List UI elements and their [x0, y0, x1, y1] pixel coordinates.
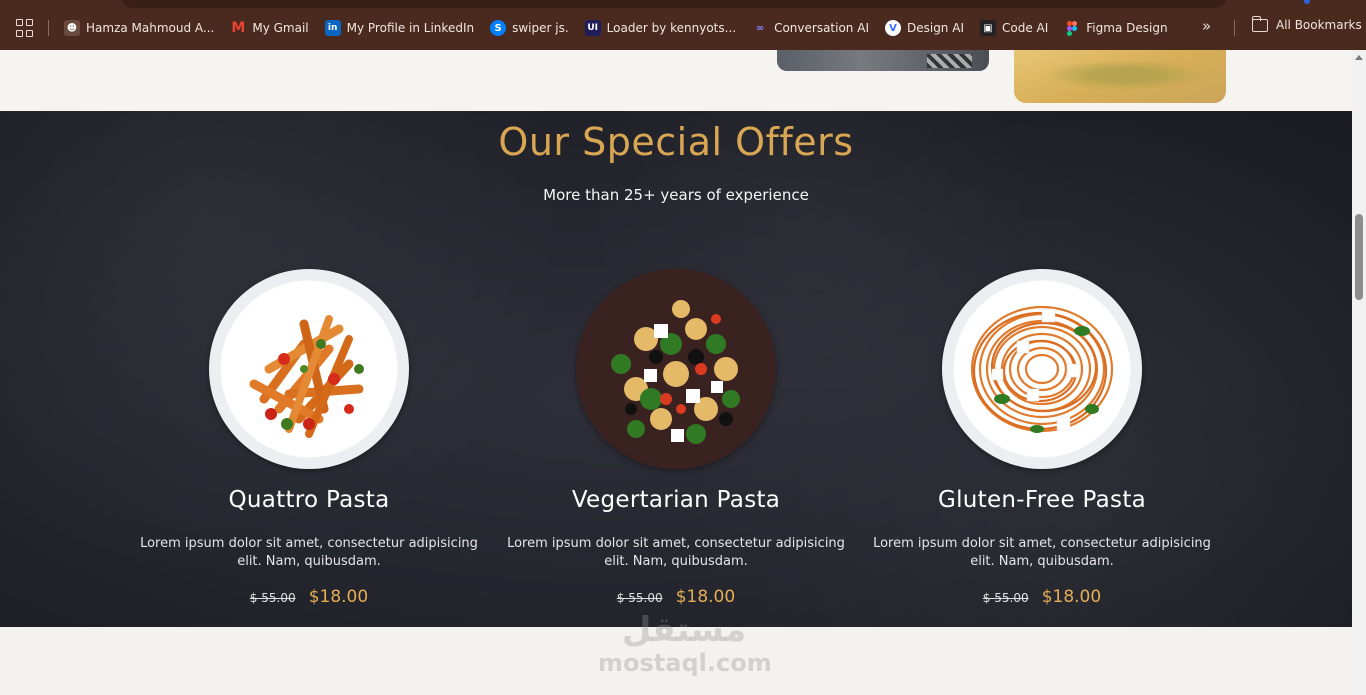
address-bar[interactable] — [120, 0, 1228, 8]
bookmark-label: Conversation AI — [774, 21, 869, 35]
bookmark-label: Figma Design — [1086, 21, 1168, 35]
bookmark-label: swiper js. — [512, 21, 569, 35]
bookmark-label: Loader by kennyots... — [606, 21, 737, 35]
watermark-arabic: مستقل — [621, 610, 747, 650]
new-price: $18.00 — [675, 587, 736, 607]
design-ai-icon: V — [884, 20, 901, 36]
gluten-free-pasta-image — [942, 269, 1142, 469]
bookmarks-bar: ☻ Hamza Mahmoud A... M My Gmail in My Pr… — [0, 0, 1366, 50]
offer-card[interactable]: Quattro Pasta Lorem ipsum dolor sit amet… — [139, 111, 479, 627]
scroll-thumb[interactable] — [1355, 214, 1363, 300]
figma-icon — [1064, 20, 1080, 36]
code-ai-icon: ▣ — [979, 20, 996, 36]
old-price: $ 55.00 — [982, 591, 1029, 605]
bookmark-label: Hamza Mahmoud A... — [86, 21, 215, 35]
offer-card[interactable]: Vegertarian Pasta Lorem ipsum dolor sit … — [506, 111, 846, 627]
bookmark-label: My Gmail — [252, 21, 309, 35]
chevron-double-right-icon[interactable]: » — [1202, 17, 1211, 35]
bookmark-code-ai[interactable]: ▣ Code AI — [979, 18, 1049, 38]
bookmark-label: Design AI — [906, 21, 964, 35]
linkedin-icon: in — [324, 20, 341, 36]
toolbar-divider — [1234, 20, 1235, 36]
all-bookmarks-button[interactable]: All Bookmarks — [1251, 15, 1362, 32]
bookmark-conversation-ai[interactable]: ∞ Conversation AI — [752, 18, 869, 38]
folder-icon — [1251, 15, 1268, 32]
restaurant-interior-image — [777, 50, 989, 71]
mostaql-watermark: مستقل mostaql.com — [598, 610, 772, 677]
all-bookmarks-label: All Bookmarks — [1276, 18, 1362, 32]
toolbar-divider — [48, 20, 49, 36]
vegetarian-pasta-image — [576, 269, 776, 469]
person-avatar-icon: ☻ — [64, 20, 80, 36]
card-description: Lorem ipsum dolor sit amet, consectetur … — [140, 536, 478, 569]
card-description: Lorem ipsum dolor sit amet, consectetur … — [507, 536, 845, 569]
bookmark-loader[interactable]: UI Loader by kennyots... — [584, 18, 737, 38]
bookmark-design-ai[interactable]: V Design AI — [884, 18, 964, 38]
new-price: $18.00 — [1041, 587, 1102, 607]
page-scrollbar[interactable] — [1352, 50, 1366, 695]
card-title: Vegertarian Pasta — [571, 487, 781, 513]
profile-indicator — [1304, 0, 1310, 4]
offer-card[interactable]: Gluten-Free Pasta Lorem ipsum dolor sit … — [872, 111, 1212, 627]
uiverse-icon: UI — [584, 20, 601, 36]
quattro-pasta-image — [209, 269, 409, 469]
bookmark-gmail[interactable]: M My Gmail — [230, 18, 308, 38]
swiper-icon: S — [490, 20, 507, 36]
card-description: Lorem ipsum dolor sit amet, consectetur … — [873, 536, 1211, 569]
bookmark-label: My Profile in LinkedIn — [346, 21, 475, 35]
old-price: $ 55.00 — [616, 591, 663, 605]
old-price: $ 55.00 — [249, 591, 296, 605]
bookmark-label: Code AI — [1001, 21, 1049, 35]
card-price: $ 55.00 $18.00 — [872, 587, 1212, 607]
conversation-ai-icon: ∞ — [755, 22, 765, 34]
gmail-icon: M — [231, 20, 246, 36]
apps-grid-icon[interactable] — [16, 19, 34, 37]
watermark-latin: mostaql.com — [598, 649, 772, 677]
bookmark-linkedin[interactable]: in My Profile in LinkedIn — [324, 18, 475, 38]
bookmark-figma[interactable]: Figma Design — [1064, 18, 1168, 38]
bookmark-list: ☻ Hamza Mahmoud A... M My Gmail in My Pr… — [64, 18, 1184, 38]
card-title: Quattro Pasta — [228, 487, 390, 513]
bookmark-swiper[interactable]: S swiper js. — [490, 18, 569, 38]
new-price: $18.00 — [308, 587, 369, 607]
food-dish-image — [1014, 50, 1226, 103]
card-title: Gluten-Free Pasta — [937, 487, 1147, 513]
card-price: $ 55.00 $18.00 — [139, 587, 479, 607]
bookmark-hamza[interactable]: ☻ Hamza Mahmoud A... — [64, 18, 214, 38]
card-price: $ 55.00 $18.00 — [506, 587, 846, 607]
special-offers-section: Our Special Offers More than 25+ years o… — [0, 111, 1352, 627]
scroll-up-arrow-icon[interactable] — [1355, 55, 1363, 60]
